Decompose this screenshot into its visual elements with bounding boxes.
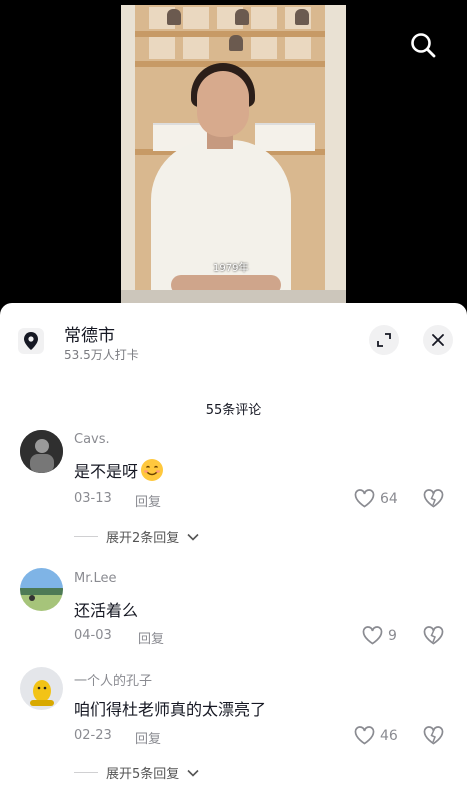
like-button[interactable]: 64	[354, 489, 398, 508]
close-icon	[432, 334, 444, 346]
smiling-face-emoji	[141, 459, 164, 481]
broken-heart-icon	[423, 489, 444, 508]
comment-username[interactable]: Cavs.	[74, 432, 110, 447]
comment-date: 04-03	[74, 628, 112, 643]
like-count: 9	[388, 627, 397, 644]
comment-date: 03-13	[74, 491, 112, 506]
avatar[interactable]	[20, 568, 63, 611]
comment-text: 还活着么	[74, 601, 139, 620]
search-button[interactable]	[406, 28, 440, 62]
expand-replies-button[interactable]: 展开2条回复	[74, 527, 199, 546]
reply-button[interactable]: 回复	[135, 728, 161, 747]
like-count: 46	[380, 727, 398, 744]
expand-replies-button[interactable]: 展开5条回复	[74, 763, 199, 782]
chevron-down-icon	[187, 769, 199, 777]
broken-heart-icon	[423, 626, 444, 645]
comment-text: 是不是呀	[74, 458, 164, 482]
avatar[interactable]	[20, 430, 63, 473]
avatar[interactable]	[20, 667, 63, 710]
heart-icon	[354, 489, 375, 508]
dislike-button[interactable]	[423, 726, 444, 749]
comment-username[interactable]: Mr.Lee	[74, 571, 117, 586]
search-icon	[411, 33, 436, 58]
location-checkins: 53.5万人打卡	[64, 348, 139, 362]
heart-icon	[354, 726, 375, 745]
video-caption: 1979年	[213, 263, 249, 274]
comment-text: 咱们得杜老师真的太漂亮了	[74, 700, 267, 719]
comment-date: 02-23	[74, 728, 112, 743]
like-count: 64	[380, 490, 398, 507]
location-badge	[18, 328, 44, 354]
close-button[interactable]	[423, 325, 453, 355]
chevron-down-icon	[187, 533, 199, 541]
like-button[interactable]: 9	[362, 626, 397, 645]
comment-count: 55条评论	[205, 403, 262, 418]
dislike-button[interactable]	[423, 626, 444, 649]
broken-heart-icon	[423, 726, 444, 745]
heart-icon	[362, 626, 383, 645]
video-player[interactable]: 1979年	[121, 5, 346, 310]
reply-button[interactable]: 回复	[138, 628, 164, 647]
dislike-button[interactable]	[423, 489, 444, 512]
expand-button[interactable]	[369, 325, 399, 355]
comment-username[interactable]: 一个人的孔子	[74, 670, 152, 689]
reply-button[interactable]: 回复	[135, 491, 161, 510]
location-name[interactable]: 常德市	[64, 321, 115, 346]
expand-icon	[377, 333, 391, 347]
like-button[interactable]: 46	[354, 726, 398, 745]
location-pin-icon	[24, 332, 38, 350]
